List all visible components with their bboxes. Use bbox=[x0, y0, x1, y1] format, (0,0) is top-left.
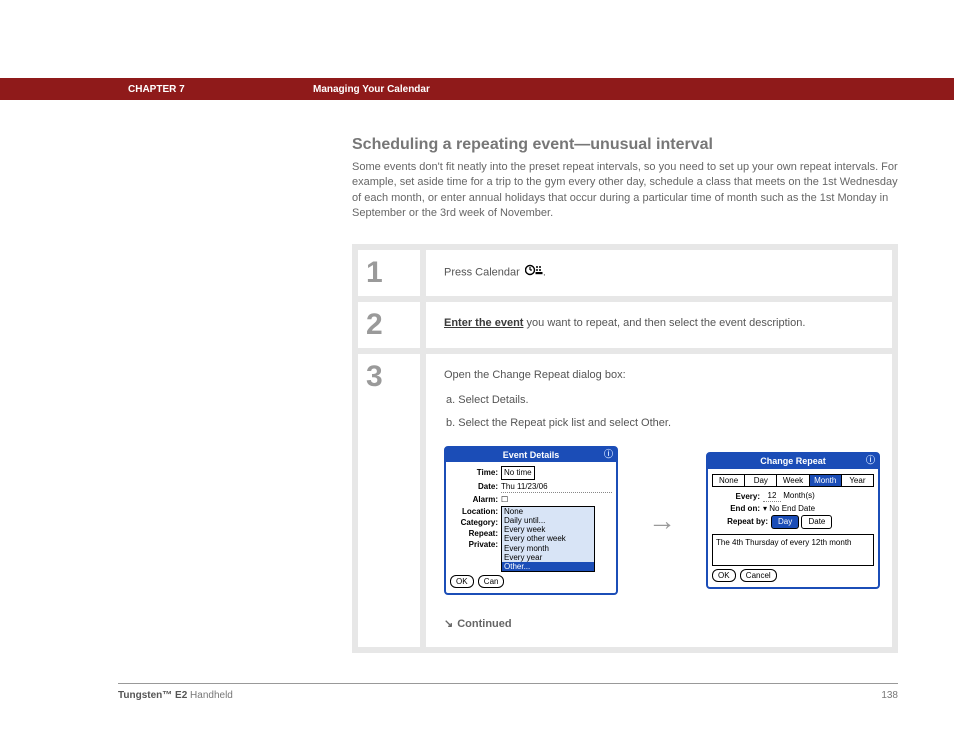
step-3: 3 Open the Change Repeat dialog box: a. … bbox=[358, 354, 892, 647]
option-other[interactable]: Other... bbox=[502, 562, 594, 571]
event-details-dialog: Event Details ⓘ Time: No time Date: Thu … bbox=[444, 446, 618, 596]
calendar-icon bbox=[525, 264, 543, 281]
step3-lead: Open the Change Repeat dialog box: bbox=[444, 368, 880, 383]
tab-year[interactable]: Year bbox=[842, 475, 873, 486]
continued-indicator: ↘ Continued bbox=[444, 617, 880, 632]
repeat-description: The 4th Thursday of every 12th month bbox=[712, 534, 874, 566]
dialog-title-text: Event Details bbox=[503, 450, 560, 460]
private-label: Private: bbox=[450, 539, 498, 550]
endon-label: End on: bbox=[712, 503, 763, 514]
chapter-title: Managing Your Calendar bbox=[313, 84, 430, 95]
tab-none[interactable]: None bbox=[713, 475, 745, 486]
steps-container: 1 Press Calendar . bbox=[352, 244, 898, 653]
ok-button[interactable]: OK bbox=[450, 575, 474, 588]
every-unit: Month(s) bbox=[783, 491, 815, 500]
step2-rest: you want to repeat, and then select the … bbox=[523, 317, 805, 329]
footer-brand-name: Tungsten™ E2 bbox=[118, 690, 187, 701]
period: . bbox=[543, 266, 546, 278]
page-footer: Tungsten™ E2 Handheld 138 bbox=[118, 683, 898, 701]
step3-b: b. Select the Repeat pick list and selec… bbox=[446, 416, 880, 431]
footer-brand: Tungsten™ E2 Handheld bbox=[118, 690, 233, 701]
continued-label: Continued bbox=[457, 617, 511, 632]
info-icon[interactable]: ⓘ bbox=[866, 454, 875, 467]
endon-picker[interactable]: ▾ No End Date bbox=[763, 503, 874, 514]
step-1: 1 Press Calendar . bbox=[358, 250, 892, 296]
step3-sublist: a. Select Details. b. Select the Repeat … bbox=[446, 393, 880, 432]
dialog-title-text: Change Repeat bbox=[760, 456, 826, 466]
category-label: Category: bbox=[450, 517, 498, 528]
tab-week[interactable]: Week bbox=[777, 475, 809, 486]
repeat-tabs: None Day Week Month Year bbox=[712, 474, 874, 487]
option-every-year[interactable]: Every year bbox=[502, 553, 594, 562]
alarm-checkbox[interactable]: ☐ bbox=[501, 494, 612, 505]
section-heading: Scheduling a repeating event—unusual int… bbox=[352, 136, 898, 154]
arrow-right-icon: → bbox=[648, 501, 676, 540]
step-body: Open the Change Repeat dialog box: a. Se… bbox=[426, 354, 898, 647]
option-every-month[interactable]: Every month bbox=[502, 544, 594, 553]
date-field[interactable]: Thu 11/23/06 bbox=[501, 481, 612, 493]
repeat-picklist[interactable]: None Daily until... Every week Every oth… bbox=[501, 506, 595, 572]
cancel-button[interactable]: Can bbox=[478, 575, 505, 588]
dialog-title: Event Details ⓘ bbox=[446, 448, 616, 463]
every-field[interactable]: 12 bbox=[763, 490, 781, 502]
endon-value: No End Date bbox=[769, 504, 815, 513]
intro-paragraph: Some events don't fit neatly into the pr… bbox=[352, 160, 898, 222]
dialog-buttons: OK Can bbox=[450, 575, 612, 588]
footer-brand-kind: Handheld bbox=[187, 690, 233, 701]
dialog-title: Change Repeat ⓘ bbox=[708, 454, 878, 469]
continued-arrow-icon: ↘ bbox=[444, 617, 453, 632]
chapter-header: CHAPTER 7 Managing Your Calendar bbox=[0, 78, 954, 100]
step3-a: a. Select Details. bbox=[446, 393, 880, 408]
left-labels: Location: Category: Repeat: Private: bbox=[450, 506, 501, 551]
location-label: Location: bbox=[450, 506, 498, 517]
step1-text: Press Calendar bbox=[444, 266, 523, 278]
alarm-label: Alarm: bbox=[450, 494, 501, 505]
screenshots-row: Event Details ⓘ Time: No time Date: Thu … bbox=[444, 446, 880, 596]
change-repeat-dialog: Change Repeat ⓘ None Day Week Month Year bbox=[706, 452, 880, 589]
step-2: 2 Enter the event you want to repeat, an… bbox=[358, 302, 892, 348]
chapter-label: CHAPTER 7 bbox=[128, 84, 313, 95]
page-content: Scheduling a repeating event—unusual int… bbox=[352, 136, 898, 653]
repeatby-date[interactable]: Date bbox=[801, 515, 832, 528]
option-none[interactable]: None bbox=[502, 507, 594, 516]
enter-event-link[interactable]: Enter the event bbox=[444, 317, 523, 329]
time-field[interactable]: No time bbox=[501, 466, 535, 479]
dialog-body: Time: No time Date: Thu 11/23/06 Alarm: … bbox=[446, 462, 616, 593]
tab-month[interactable]: Month bbox=[810, 475, 842, 486]
repeatby-options: Day Date bbox=[771, 515, 874, 528]
date-label: Date: bbox=[450, 481, 501, 492]
repeatby-day[interactable]: Day bbox=[771, 515, 799, 528]
repeatby-label: Repeat by: bbox=[712, 516, 771, 527]
time-label: Time: bbox=[450, 467, 501, 478]
ok-button[interactable]: OK bbox=[712, 569, 736, 582]
repeat-label: Repeat: bbox=[450, 528, 498, 539]
option-every-other-week[interactable]: Every other week bbox=[502, 534, 594, 543]
page-number: 138 bbox=[881, 690, 898, 701]
step-number: 2 bbox=[358, 302, 426, 348]
info-icon[interactable]: ⓘ bbox=[604, 448, 613, 461]
option-daily-until[interactable]: Daily until... bbox=[502, 516, 594, 525]
cancel-button[interactable]: Cancel bbox=[740, 569, 777, 582]
option-every-week[interactable]: Every week bbox=[502, 525, 594, 534]
dialog-body: None Day Week Month Year Every: 12 Mo bbox=[708, 469, 878, 587]
tab-day[interactable]: Day bbox=[745, 475, 777, 486]
every-label: Every: bbox=[712, 491, 763, 502]
dialog-buttons: OK Cancel bbox=[712, 569, 874, 582]
step-number: 3 bbox=[358, 354, 426, 647]
every-value-wrap: 12 Month(s) bbox=[763, 490, 874, 502]
step-number: 1 bbox=[358, 250, 426, 296]
step-body: Press Calendar . bbox=[426, 250, 892, 296]
step-body: Enter the event you want to repeat, and … bbox=[426, 302, 892, 348]
